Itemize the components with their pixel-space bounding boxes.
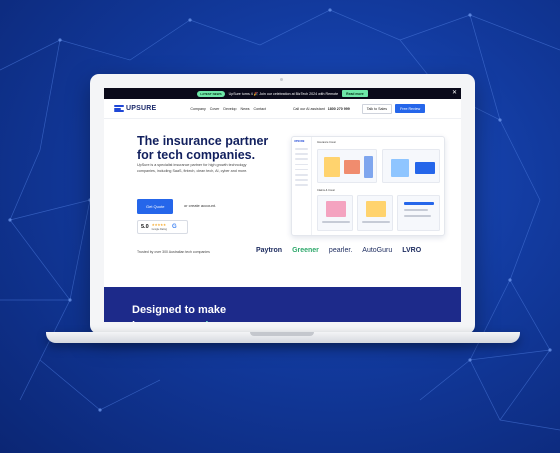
nav-item-company[interactable]: Company	[190, 107, 205, 111]
brand-logo-paytron: Paytron	[256, 247, 283, 254]
brand-logo-greener: Greener	[292, 247, 319, 254]
dashboard-card	[317, 195, 353, 231]
dashboard-card	[317, 149, 377, 183]
call-assistant-label: Call our AI assistant	[292, 106, 325, 111]
brand-logo-lvro: LVRO	[402, 247, 422, 254]
laptop-screen: LATEST NEWS UpSure turns 4 🎉 Join our ce…	[104, 88, 461, 322]
star-icons: ★★★★★	[151, 223, 167, 227]
dashboard-preview: UPSURE Insurance Cover Claims & Cover	[291, 136, 445, 236]
laptop-notch	[250, 332, 314, 336]
rating-score: 5.0	[141, 224, 149, 230]
trusted-by-text: Trusted by over 300 Australian tech comp…	[137, 250, 210, 254]
dashboard-card	[357, 195, 393, 231]
close-icon[interactable]: ✕	[452, 89, 457, 96]
announcement-bar: LATEST NEWS UpSure turns 4 🎉 Join our ce…	[104, 88, 461, 99]
read-more-button[interactable]: Read more	[342, 90, 368, 97]
free-review-button[interactable]: Free Review	[395, 104, 426, 113]
dashboard-section-title: Claims & Cover	[317, 189, 336, 192]
hero-subtext: UpSure is a specialist insurance partner…	[137, 163, 248, 173]
nav-menu: Company Cover Develop News Contact	[190, 107, 266, 111]
logo-text: UPSURE	[126, 105, 157, 112]
brand-logo-pearler: pearler.	[328, 247, 353, 254]
google-rating-badge: 5.0 ★★★★★ Google Rating G	[137, 220, 188, 234]
band-heading-line1: Designed to make	[132, 304, 227, 316]
dashboard-card	[382, 149, 440, 183]
nav-item-develop[interactable]: Develop	[223, 107, 236, 111]
hero-section: The insurance partner for tech companies…	[104, 119, 461, 283]
dashboard-logo: UPSURE	[294, 140, 305, 143]
dashboard-header: Insurance Cover	[317, 141, 337, 144]
camera-dot	[280, 78, 283, 81]
dashboard-card	[397, 195, 440, 231]
create-account-link[interactable]: or create account.	[184, 203, 216, 208]
brand-logo-autoguru: AutoGuru	[362, 247, 393, 254]
announcement-message: UpSure turns 4 🎉 Join our celebration at…	[228, 91, 339, 96]
nav-item-news[interactable]: News	[241, 107, 250, 111]
logo-mark-icon	[114, 105, 124, 112]
rating-caption: Google Rating	[151, 228, 167, 231]
band-heading-line2: insurance easier.	[132, 320, 221, 322]
logo[interactable]: UPSURE	[114, 105, 156, 112]
google-icon: G	[171, 224, 177, 230]
nav-item-cover[interactable]: Cover	[210, 107, 220, 111]
band-accent-word: easier	[187, 320, 218, 322]
get-quote-button[interactable]: Get Quote	[137, 199, 174, 214]
nav-item-contact[interactable]: Contact	[254, 107, 266, 111]
hero-headline: The insurance partner for tech companies…	[137, 134, 269, 162]
designed-band: Designed to make insurance easier.	[104, 287, 461, 322]
laptop-frame: LATEST NEWS UpSure turns 4 🎉 Join our ce…	[90, 74, 475, 334]
phone-link[interactable]: 1800 270 999	[328, 107, 350, 111]
main-nav: UPSURE Company Cover Develop News Contac…	[104, 99, 461, 119]
brand-logos: Paytron Greener pearler. AutoGuru LVRO	[256, 247, 421, 254]
dashboard-sidebar: UPSURE	[292, 137, 312, 235]
news-pill: LATEST NEWS	[197, 90, 225, 97]
talk-to-sales-button[interactable]: Talk to Sales	[361, 103, 393, 114]
